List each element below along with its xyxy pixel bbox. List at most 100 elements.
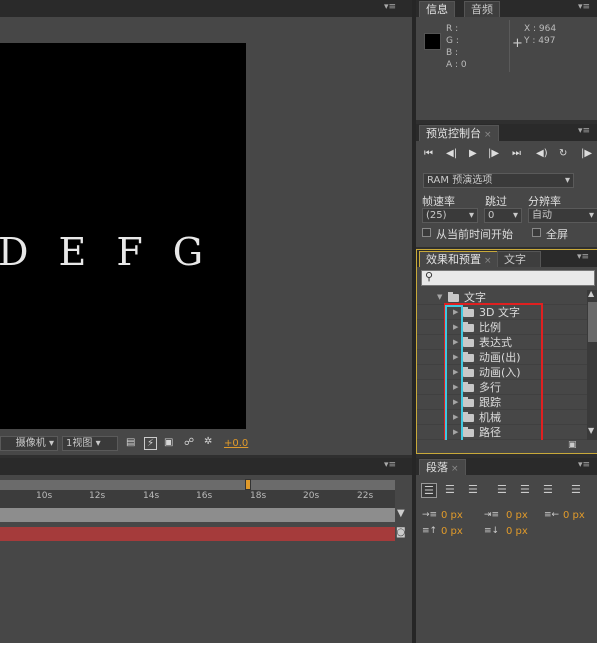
- chevron-down-icon: ▾: [588, 210, 594, 221]
- close-icon[interactable]: ×: [451, 464, 459, 474]
- x-value: X : 964: [524, 24, 557, 34]
- view-layout-select[interactable]: 1视图 ▾: [62, 436, 118, 451]
- skip-label: 跳过: [485, 195, 507, 208]
- effects-presets-panel: 效果和预置 × 文字 ▾≡ ⚲ ▼ 文字 ▶ 3D 文字 ▶ 比例 ▶ 表达式 ▶: [416, 249, 599, 454]
- timeline-gray-bar[interactable]: [0, 508, 395, 522]
- effects-panel-menu-icon[interactable]: ▾≡: [577, 252, 589, 262]
- info-panel-menu-icon[interactable]: ▾≡: [578, 2, 590, 12]
- scroll-down-icon[interactable]: ▼: [588, 426, 594, 435]
- indent-left-value[interactable]: 0 px: [441, 510, 463, 521]
- exposure-value[interactable]: +0.0: [224, 438, 248, 449]
- paragraph-panel-menu-icon[interactable]: ▾≡: [578, 460, 590, 470]
- tick-label: 14s: [143, 491, 160, 501]
- fast-preview-icon[interactable]: ⚡: [144, 437, 158, 450]
- close-icon[interactable]: ×: [484, 130, 492, 140]
- indent-first-value[interactable]: 0 px: [506, 510, 528, 521]
- align-right-icon[interactable]: ☰: [468, 483, 478, 496]
- tab-info[interactable]: 信息: [419, 1, 455, 17]
- next-frame-icon[interactable]: |▶: [488, 148, 499, 159]
- tick-label: 12s: [89, 491, 106, 501]
- time-ruler[interactable]: 10s 12s 14s 16s 18s 20s 22s: [0, 490, 395, 508]
- audio-icon[interactable]: ◀): [536, 148, 548, 159]
- tab-audio-label: 音频: [471, 3, 493, 16]
- ram-preview-options-select[interactable]: RAM 预演选项 ▾: [423, 173, 574, 188]
- from-current-time-label: 从当前时间开始: [436, 228, 513, 241]
- justify-all-icon[interactable]: ☰: [571, 483, 581, 496]
- rgba-readout: R : G : B : A : 0: [446, 23, 467, 71]
- indent-right-value[interactable]: 0 px: [563, 510, 585, 521]
- camera-icon[interactable]: ◙: [396, 527, 406, 538]
- frame-rate-select[interactable]: (25) ▾: [422, 208, 478, 223]
- info-panel: 信息 音频 ▾≡ R : G : B : A : 0 + X : 964 Y :…: [416, 0, 599, 120]
- annotation-cyan-box: [445, 305, 463, 440]
- effects-tree: ▼ 文字 ▶ 3D 文字 ▶ 比例 ▶ 表达式 ▶ 动画(出) ▶ 动画(入): [417, 290, 589, 440]
- snapshot-icon[interactable]: ▣: [164, 437, 173, 448]
- composition-panel-menu-icon[interactable]: ▾≡: [384, 2, 396, 12]
- from-current-time-checkbox[interactable]: [422, 228, 431, 237]
- tab-effects-presets[interactable]: 效果和预置 ×: [419, 251, 499, 267]
- exposure-icon[interactable]: ✲: [204, 436, 212, 447]
- info-divider: [509, 20, 510, 72]
- effects-search-input[interactable]: ⚲: [421, 270, 595, 286]
- tab-info-label: 信息: [426, 3, 448, 16]
- skip-value: 0: [488, 210, 495, 221]
- composition-toolbar: 摄像机 ▾ 1视图 ▾ ▤ ⚡ ▣ ☍ ✲ +0.0: [0, 434, 412, 454]
- skip-select[interactable]: 0 ▾: [484, 208, 522, 223]
- ram-preview-icon[interactable]: |▶: [581, 148, 592, 159]
- playback-controls: ⏮ ◀| ▶ |▶ ⏭ ◀) ↻ |▶: [424, 148, 596, 162]
- space-before-icon: ≡↑: [422, 526, 438, 536]
- tab-preview[interactable]: 预览控制台 ×: [419, 125, 499, 141]
- preview-panel-menu-icon[interactable]: ▾≡: [578, 126, 590, 136]
- chevron-down-icon: ▾: [512, 210, 518, 221]
- flowchart-icon[interactable]: ☍: [184, 437, 194, 448]
- camera-select[interactable]: 摄像机 ▾: [0, 436, 58, 451]
- prev-frame-icon[interactable]: ◀|: [446, 148, 457, 159]
- justify-center-icon[interactable]: ☰: [520, 483, 530, 496]
- first-frame-icon[interactable]: ⏮: [424, 148, 433, 159]
- fullscreen-checkbox[interactable]: [532, 228, 541, 237]
- frame-rate-label: 帧速率: [422, 195, 455, 208]
- g-value: G :: [446, 36, 459, 46]
- chevron-down-icon: ▾: [468, 210, 474, 221]
- timeline-panel-menu-icon[interactable]: ▾≡: [384, 460, 396, 470]
- tick-label: 22s: [357, 491, 374, 501]
- space-after-value[interactable]: 0 px: [506, 526, 528, 537]
- tab-paragraph[interactable]: 段落 ×: [419, 459, 466, 475]
- resolution-label: 分辨率: [528, 195, 561, 208]
- close-icon[interactable]: ×: [484, 256, 492, 266]
- composition-panel: ▾≡ D E F G 摄像机 ▾ 1视图 ▾ ▤ ⚡ ▣ ☍ ✲ +0.0: [0, 0, 412, 455]
- crosshair-icon: +: [512, 36, 523, 51]
- new-folder-icon[interactable]: ▣: [568, 440, 577, 450]
- layer-duration-bar[interactable]: [0, 527, 395, 541]
- tick-label: 10s: [36, 491, 53, 501]
- expand-triangle-icon[interactable]: ▼: [437, 290, 442, 305]
- work-area-end-marker[interactable]: [245, 479, 251, 490]
- shield-icon[interactable]: ▼: [397, 508, 405, 519]
- composition-canvas: D E F G: [0, 43, 246, 429]
- align-left-icon[interactable]: ☰: [421, 483, 437, 498]
- composition-tabbar: [0, 0, 412, 17]
- tab-paragraph-label: 段落: [426, 461, 448, 474]
- tick-label: 18s: [250, 491, 267, 501]
- grid-icon[interactable]: ▤: [126, 437, 135, 448]
- a-value: A : 0: [446, 60, 467, 70]
- alignment-buttons: ☰ ☰ ☰ ☰ ☰ ☰ ☰: [421, 483, 593, 499]
- tab-audio[interactable]: 音频: [464, 1, 500, 17]
- justify-right-icon[interactable]: ☰: [543, 483, 553, 496]
- tick-label: 16s: [196, 491, 213, 501]
- tab-character[interactable]: 文字: [497, 251, 541, 267]
- resolution-select[interactable]: 自动 ▾: [528, 208, 598, 223]
- space-before-value[interactable]: 0 px: [441, 526, 463, 537]
- play-icon[interactable]: ▶: [469, 148, 477, 159]
- loop-icon[interactable]: ↻: [559, 148, 567, 159]
- last-frame-icon[interactable]: ⏭: [512, 148, 521, 159]
- scroll-up-icon[interactable]: ▲: [588, 289, 594, 298]
- scroll-thumb[interactable]: [588, 302, 597, 342]
- justify-left-icon[interactable]: ☰: [497, 483, 507, 496]
- align-center-icon[interactable]: ☰: [445, 483, 455, 496]
- work-area-bar[interactable]: [0, 480, 395, 490]
- chevron-down-icon: ▾: [564, 175, 570, 186]
- indent-first-line-icon: ⇥≡: [484, 510, 500, 520]
- camera-select-label: 摄像机: [15, 438, 46, 449]
- fullscreen-label: 全屏: [546, 228, 568, 241]
